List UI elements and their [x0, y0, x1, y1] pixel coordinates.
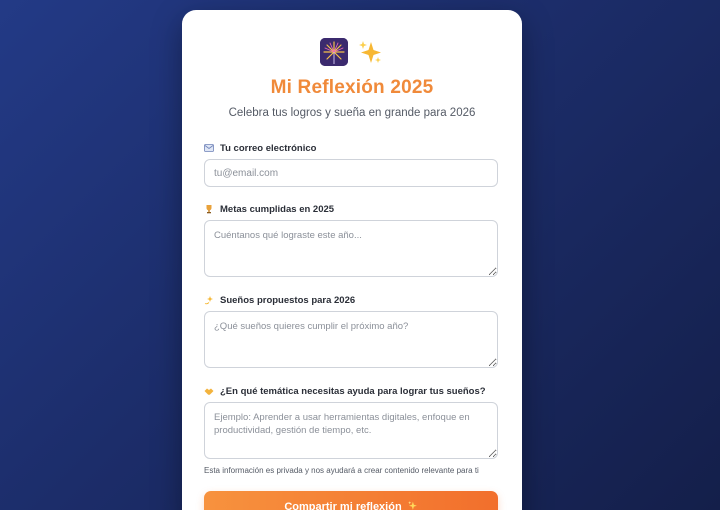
- page-title: Mi Reflexión 2025: [270, 77, 434, 98]
- handshake-icon: [204, 387, 214, 396]
- dizzy-star-icon: [204, 295, 214, 305]
- header-icons: [204, 38, 500, 66]
- goals-textarea[interactable]: [204, 220, 498, 277]
- help-textarea[interactable]: [204, 402, 498, 459]
- email-input[interactable]: [204, 159, 498, 187]
- dreams-label: Sueños propuestos para 2026: [220, 294, 356, 306]
- goals-label: Metas cumplidas en 2025: [220, 203, 335, 215]
- page-subtitle: Celebra tus logros y sueña en grande par…: [228, 107, 476, 119]
- dreams-textarea[interactable]: [204, 311, 498, 368]
- share-reflection-label: Compartir mi reflexión: [284, 500, 402, 510]
- sparkles-icon: [407, 500, 418, 510]
- help-label: ¿En qué temática necesitas ayuda para lo…: [220, 385, 486, 397]
- email-label: Tu correo electrónico: [220, 142, 317, 154]
- sparkles-icon: [356, 38, 384, 66]
- email-icon: [204, 144, 214, 152]
- reflection-card: Mi Reflexión 2025 Celebra tus logros y s…: [182, 10, 522, 510]
- share-reflection-button[interactable]: Compartir mi reflexión: [204, 491, 498, 510]
- dreams-field-group: Sueños propuestos para 2026: [204, 293, 500, 368]
- firework-icon: [320, 38, 348, 66]
- trophy-icon: [204, 204, 214, 214]
- goals-field-group: Metas cumplidas en 2025: [204, 202, 500, 277]
- privacy-hint: Esta información es privada y nos ayudar…: [204, 466, 479, 475]
- email-field-group: Tu correo electrónico: [204, 141, 500, 187]
- help-field-group: ¿En qué temática necesitas ayuda para lo…: [204, 384, 500, 459]
